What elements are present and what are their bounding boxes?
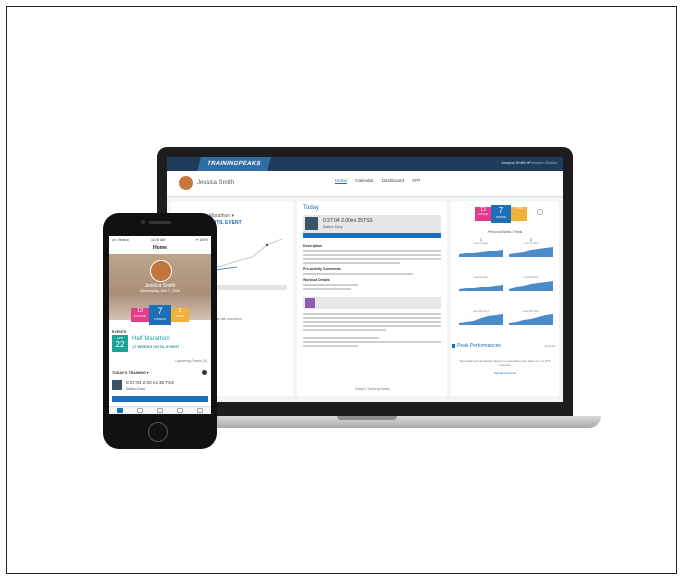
- battery: ✈ 100%: [195, 238, 208, 242]
- tab-atp[interactable]: ATP: [412, 178, 420, 183]
- workout-stats[interactable]: 0:27:04 2.00 mi 35 TSS: [126, 380, 174, 385]
- workout-details-heading: Workout Details: [303, 278, 330, 282]
- speaker-grille: [149, 221, 171, 224]
- workout-card[interactable]: 0:27:04 2.00mi 25TSS Station Easy: [303, 215, 441, 233]
- record-card[interactable]: Last 90 days: [507, 271, 555, 291]
- athlete-header: Jessica Smith Home Calendar Dashboard AT…: [167, 171, 563, 197]
- premium-link[interactable]: Premium Status: [529, 160, 557, 165]
- event-countdown: 17 WEEKS UNTIL EVENT: [132, 344, 180, 349]
- pre-comments-heading: Pre-activity Comments: [303, 267, 341, 271]
- sparkline-area: [459, 250, 503, 257]
- fitness-tile[interactable]: 7 FITNESS: [491, 205, 511, 223]
- home-button[interactable]: [148, 422, 168, 442]
- status-bar: •••• Verizon 11:00 AM ✈ 100%: [109, 236, 211, 244]
- run-icon: [112, 380, 122, 390]
- add-tab-icon[interactable]: [157, 408, 163, 413]
- todays-training-heading[interactable]: TODAY'S TRAINING ▾: [112, 371, 149, 375]
- fitness-tile[interactable]: 7 FITNESS: [149, 305, 171, 325]
- record-card[interactable]: 1 Last 10 days: [457, 237, 505, 257]
- event-name[interactable]: Half Marathon: [132, 336, 170, 342]
- events-heading: EVENTS: [112, 330, 127, 334]
- dashboard-panel: 13 FATIGUE 7 FITNESS FORM Personal Bests…: [451, 201, 559, 396]
- description-heading: Description: [303, 244, 323, 248]
- record-card[interactable]: Last 365 days: [507, 305, 555, 325]
- camera-icon: [141, 220, 145, 224]
- image-frame: TRAININGPEAKS Jessica Smith ▾ Premium St…: [6, 6, 677, 574]
- tab-calendar[interactable]: Calendar: [355, 178, 373, 183]
- more-tab-icon[interactable]: [197, 408, 203, 413]
- phone-screen: •••• Verizon 11:00 AM ✈ 100% Home Jessic…: [109, 236, 211, 414]
- trophy-icon: [452, 344, 455, 348]
- record-sparkline: [459, 314, 503, 325]
- upcoming-events-link[interactable]: Upcoming Events (3): [175, 359, 207, 363]
- upload-workouts-link[interactable]: Upload workouts: [457, 371, 553, 375]
- add-icon[interactable]: [202, 370, 207, 375]
- workout-compliance-bar: [303, 233, 441, 238]
- run-icon: [305, 217, 318, 230]
- workout-compliance-bar: [112, 396, 208, 402]
- workout-stats: 0:27:04 2.00mi 25TSS: [323, 218, 373, 224]
- top-navbar: TRAININGPEAKS Jessica Smith ▾ Premium St…: [167, 157, 563, 171]
- avatar[interactable]: [150, 260, 172, 282]
- tab-home[interactable]: Home: [335, 178, 348, 184]
- info-icon[interactable]: [537, 209, 543, 215]
- today-panel: Today 0:27:04 2.00mi 25TSS Station Easy …: [297, 201, 447, 396]
- record-sparkline: [509, 247, 553, 257]
- current-date: Wednesday, Mar 7, 2018: [140, 289, 180, 293]
- main-nav: Home Calendar Dashboard ATP: [335, 178, 427, 184]
- sparkline-area: [459, 285, 503, 291]
- record-sparkline: [509, 314, 553, 325]
- form-tile[interactable]: 3 FORM: [171, 308, 189, 322]
- page-title: Home: [153, 245, 167, 251]
- avatar[interactable]: [179, 176, 193, 190]
- sparkline-area: [509, 247, 553, 257]
- athlete-name: Jessica Smith: [197, 180, 235, 186]
- sparkline-area: [459, 314, 503, 325]
- today-title: Today: [303, 205, 320, 211]
- calendar-tab-icon[interactable]: [137, 408, 143, 413]
- strength-description: [303, 313, 441, 349]
- record-card[interactable]: Last 365 days: [457, 305, 505, 325]
- tab-dashboard[interactable]: Dashboard: [382, 178, 404, 183]
- sparkline-area: [509, 281, 553, 291]
- record-sparkline: [459, 250, 503, 257]
- strength-icon: [305, 298, 315, 308]
- peak-performances-title: Peak Performances: [457, 343, 501, 349]
- strength-workout-card[interactable]: [303, 297, 441, 309]
- record-card[interactable]: 2 Last 10 days: [507, 237, 555, 257]
- workout-name: Station Easy: [323, 225, 343, 229]
- workout-description: Description Pre-activity Comments Workou…: [303, 241, 441, 292]
- bottom-tab-bar: [109, 406, 211, 414]
- laptop: TRAININGPEAKS Jessica Smith ▾ Premium St…: [157, 147, 573, 417]
- user-menu[interactable]: Jessica Smith ▾: [501, 160, 529, 165]
- laptop-screen: TRAININGPEAKS Jessica Smith ▾ Premium St…: [167, 157, 563, 402]
- trainingpeaks-logo[interactable]: TRAININGPEAKS: [197, 157, 271, 171]
- record-card[interactable]: Last 90 days: [457, 271, 505, 291]
- workout-name: Station Easy: [126, 387, 146, 391]
- sparkline-area: [509, 314, 553, 325]
- phone: •••• Verizon 11:00 AM ✈ 100% Home Jessic…: [103, 213, 217, 449]
- record-sparkline: [509, 281, 553, 291]
- training-notes-link[interactable]: Today's Training Notes: [297, 387, 447, 391]
- event-date-badge: APR 22: [112, 335, 128, 352]
- fatigue-tile[interactable]: 13 FATIGUE: [131, 308, 149, 322]
- home-tab-icon[interactable]: [117, 408, 123, 413]
- record-sparkline: [459, 285, 503, 291]
- view-all-link[interactable]: View All: [545, 344, 555, 348]
- metrics-tab-icon[interactable]: [177, 408, 183, 413]
- records-title: Personal Bests / Rank: [487, 230, 523, 234]
- laptop-notch: [337, 416, 397, 420]
- fatigue-tile[interactable]: 13 FATIGUE: [475, 207, 491, 221]
- form-tile[interactable]: FORM: [511, 207, 527, 221]
- clock: 11:00 AM: [151, 238, 166, 242]
- carrier: •••• Verizon: [112, 238, 129, 242]
- peak-performances-text: Start setting Peak Performances by uploa…: [459, 359, 551, 367]
